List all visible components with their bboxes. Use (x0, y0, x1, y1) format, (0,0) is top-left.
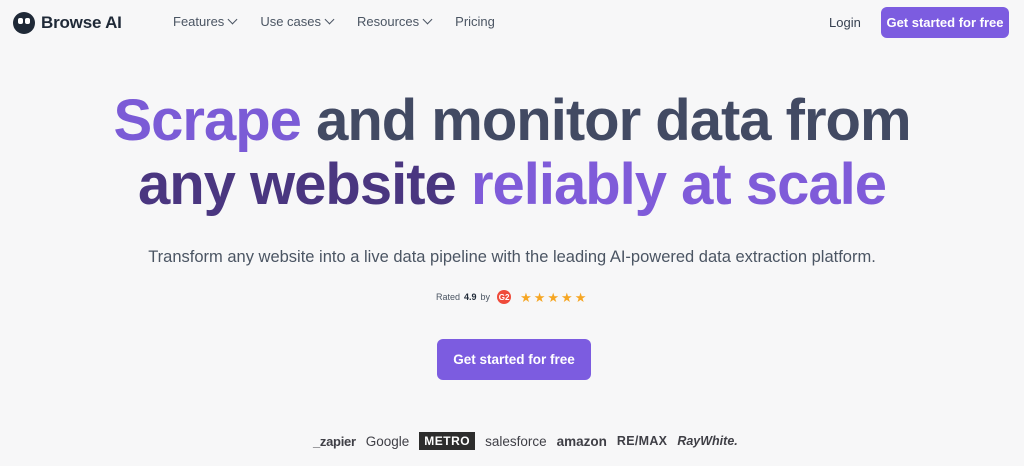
rating-row: Rated 4.9 by G2 ★ ★ ★ ★ ★ (436, 290, 586, 304)
headline-monitor: and monitor data from (316, 88, 911, 153)
logo-raywhite: RayWhite. (677, 434, 738, 448)
logo-metro: METRO (419, 432, 476, 450)
hero-get-started-button[interactable]: Get started for free (437, 339, 591, 380)
logo-amazon: amazon (556, 433, 607, 449)
browse-ai-logo-icon (13, 12, 35, 34)
site-header: Browse AI Features Use cases Resources P… (0, 0, 1024, 44)
rating-stars: ★ ★ ★ ★ ★ (520, 291, 586, 304)
customer-logos: _zapier Google METRO salesforce amazon R… (313, 432, 738, 450)
star-icon: ★ (547, 289, 560, 305)
login-link[interactable]: Login (829, 15, 861, 30)
star-icon: ★ (520, 289, 532, 305)
nav-pricing[interactable]: Pricing (455, 14, 495, 29)
nav-resources[interactable]: Resources (357, 14, 433, 29)
chevron-down-icon (227, 14, 238, 25)
star-icon: ★ (533, 289, 546, 305)
logo-salesforce: salesforce (485, 433, 547, 449)
nav-features[interactable]: Features (173, 14, 238, 29)
brand-logo[interactable]: Browse AI (13, 12, 122, 34)
headline-line-2: any website reliably at scale (0, 154, 1024, 216)
star-icon: ★ (574, 289, 587, 305)
logo-zapier: _zapier (313, 433, 356, 449)
main-nav: Features Use cases Resources Pricing (173, 14, 519, 29)
nav-pricing-label: Pricing (455, 14, 495, 29)
nav-resources-label: Resources (357, 14, 420, 29)
headline-reliably: reliably at scale (470, 152, 887, 217)
logo-remax: RE/MAX (616, 434, 668, 448)
hero-subheading: Transform any website into a live data p… (148, 248, 876, 266)
nav-use-cases[interactable]: Use cases (260, 14, 335, 29)
chevron-down-icon (422, 14, 433, 25)
header-get-started-button[interactable]: Get started for free (881, 7, 1009, 38)
headline-line-1: Scrape and monitor data from (0, 90, 1024, 152)
nav-use-cases-label: Use cases (260, 14, 322, 29)
brand-name: Browse AI (41, 13, 122, 32)
headline-any-website: any website (138, 152, 457, 217)
star-icon: ★ (561, 289, 573, 305)
rating-value: 4.9 (464, 292, 477, 302)
g2-icon: G2 (497, 290, 512, 304)
nav-features-label: Features (173, 14, 225, 29)
rating-prefix: Rated (436, 292, 461, 302)
rating-by: by (480, 292, 491, 302)
logo-google: Google (365, 433, 410, 449)
chevron-down-icon (324, 14, 335, 25)
headline-scrape: Scrape (113, 88, 301, 153)
